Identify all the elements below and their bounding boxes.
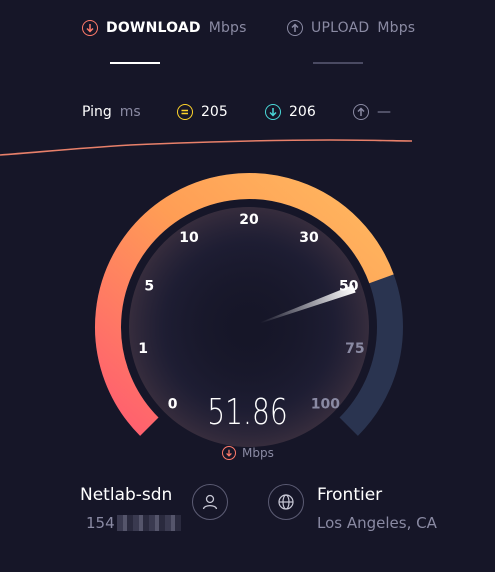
speed-unit-label: Mbps bbox=[242, 446, 274, 460]
speed-value-wrap: 51.86 bbox=[0, 392, 495, 433]
server-select-button[interactable] bbox=[268, 484, 304, 520]
speed-value: 51.86 bbox=[207, 392, 288, 433]
gauge-tick-label: 75 bbox=[345, 341, 364, 357]
gauge-tick-label: 10 bbox=[179, 230, 199, 246]
client-profile-button[interactable] bbox=[192, 484, 228, 520]
gauge-tick-label: 1 bbox=[138, 341, 148, 357]
client-ip-redacted bbox=[116, 515, 181, 531]
gauge-tick-label: 20 bbox=[239, 212, 259, 228]
globe-icon bbox=[278, 494, 294, 510]
speed-unit: Mbps bbox=[222, 446, 274, 460]
client-ip: 154 bbox=[86, 514, 181, 532]
download-arrow-small-icon bbox=[222, 446, 236, 460]
speed-gauge: 0151020305075100 bbox=[95, 173, 403, 447]
gauge-tick-label: 5 bbox=[144, 279, 154, 295]
server-location: Los Angeles, CA bbox=[317, 514, 437, 532]
client-ip-prefix: 154 bbox=[86, 514, 115, 532]
user-icon bbox=[202, 494, 218, 510]
server-name: Frontier bbox=[317, 485, 383, 505]
gauge-tick-label: 30 bbox=[299, 230, 319, 246]
client-isp-name: Netlab-sdn bbox=[80, 485, 173, 505]
